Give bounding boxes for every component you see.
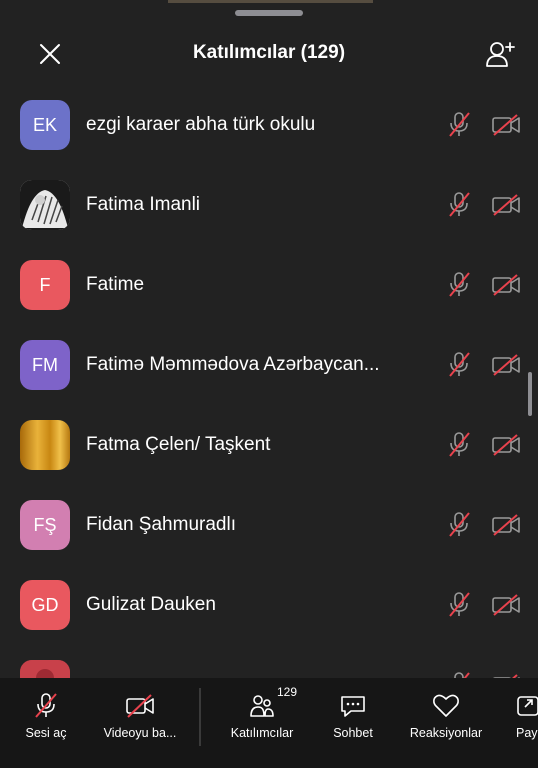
avatar: F	[20, 260, 70, 310]
mic-status	[446, 111, 472, 139]
sheet-grabber[interactable]	[235, 10, 303, 16]
participant-list[interactable]: EK ezgi karaer abha türk okulu Fatima Iman…	[0, 86, 538, 678]
participant-name: Fidan Şahmuradlı	[86, 514, 236, 535]
participant-row[interactable]: FŞ Fidan Şahmuradlı	[0, 486, 538, 566]
participants-button[interactable]: Katılımcılar	[222, 678, 302, 768]
mic-off-icon	[35, 693, 57, 718]
toolbar-divider	[199, 688, 201, 746]
mic-status	[446, 351, 472, 379]
participant-name: ezgi karaer abha türk okulu	[86, 114, 316, 135]
video-off-icon	[492, 274, 520, 296]
add-person-icon	[486, 42, 515, 67]
participant-name: Fatma Çelen/ Taşkent	[86, 434, 271, 455]
participant-name: Gulizat Dauken	[86, 594, 216, 615]
page-title: Katılımcılar (129)	[192, 42, 346, 63]
participant-row[interactable]: F Fatime	[0, 246, 538, 326]
video-off-icon	[126, 694, 154, 718]
participant-row[interactable]: Fatima Imanli	[0, 166, 538, 246]
bottom-toolbar: Sesi aç Videoyu ba... 129 Katılımcılar S…	[0, 678, 538, 768]
mic-status	[446, 671, 472, 678]
participant-row[interactable]: GD Gulizat Dauken	[0, 566, 538, 646]
avatar-initials: F	[39, 274, 51, 295]
share-icon	[517, 696, 538, 716]
participant-row[interactable]: FM Fatimə Məmmədova Azərbaycan...	[0, 326, 538, 406]
video-off-icon	[492, 594, 520, 616]
avatar: FM	[20, 340, 70, 390]
participants-header: Katılımcılar (129)	[0, 28, 538, 80]
participant-row[interactable]	[0, 646, 538, 678]
mic-status	[446, 511, 472, 539]
share-label: Pay	[516, 726, 538, 740]
start-video-button[interactable]: Videoyu ba...	[94, 678, 186, 768]
people-icon	[250, 695, 274, 717]
chat-button[interactable]: Sohbet	[320, 678, 386, 768]
avatar	[20, 660, 70, 678]
share-button[interactable]: Pay	[508, 678, 538, 768]
chat-icon	[341, 696, 365, 717]
camera-status	[491, 514, 521, 536]
mic-off-icon	[449, 272, 470, 297]
mic-status	[446, 591, 472, 619]
chat-label: Sohbet	[333, 726, 373, 740]
mic-status	[446, 191, 472, 219]
avatar-initials: EK	[32, 114, 57, 135]
participants-label: Katılımcılar	[230, 726, 294, 740]
status-bar-peek	[168, 0, 373, 3]
camera-status	[491, 354, 521, 376]
mic-status	[446, 431, 472, 459]
participant-row[interactable]: Fatma Çelen/ Taşkent	[0, 406, 538, 486]
reactions-button[interactable]: Reaksiyonlar	[402, 678, 490, 768]
scrollbar[interactable]	[528, 372, 532, 416]
camera-status	[491, 194, 521, 216]
participant-name: Fatimə Məmmədova Azərbaycan...	[86, 354, 380, 375]
avatar-initials: FŞ	[33, 514, 57, 535]
mic-off-icon	[449, 352, 470, 377]
avatar-initials: FM	[32, 354, 58, 375]
video-off-icon	[492, 354, 520, 376]
avatar	[20, 420, 70, 470]
camera-status	[491, 114, 521, 136]
video-off-icon	[492, 194, 520, 216]
profile-photo	[20, 180, 70, 230]
video-off-icon	[492, 114, 520, 136]
camera-status	[491, 434, 521, 456]
avatar: EK	[20, 100, 70, 150]
avatar: GD	[20, 580, 70, 630]
heart-icon	[433, 694, 459, 717]
mic-off-icon	[449, 592, 470, 617]
avatar: FŞ	[20, 500, 70, 550]
participant-name: Fatima Imanli	[86, 194, 201, 215]
start-video-label: Videoyu ba...	[103, 726, 177, 740]
camera-status	[491, 594, 521, 616]
avatar	[20, 180, 70, 230]
avatar-initials: GD	[31, 594, 59, 615]
unmute-label: Sesi aç	[25, 726, 67, 740]
mic-off-icon	[449, 432, 470, 457]
add-participant-button[interactable]	[484, 38, 516, 70]
profile-photo	[20, 660, 70, 678]
unmute-button[interactable]: Sesi aç	[10, 678, 82, 768]
video-off-icon	[492, 514, 520, 536]
participant-row[interactable]: EK ezgi karaer abha türk okulu	[0, 86, 538, 166]
mic-off-icon	[449, 112, 470, 137]
mic-off-icon	[449, 512, 470, 537]
reactions-label: Reaksiyonlar	[409, 726, 483, 740]
video-off-icon	[492, 434, 520, 456]
mic-off-icon	[449, 192, 470, 217]
participant-name: Fatime	[86, 274, 145, 295]
camera-status	[491, 274, 521, 296]
mic-off-icon	[454, 672, 470, 678]
mic-status	[446, 271, 472, 299]
